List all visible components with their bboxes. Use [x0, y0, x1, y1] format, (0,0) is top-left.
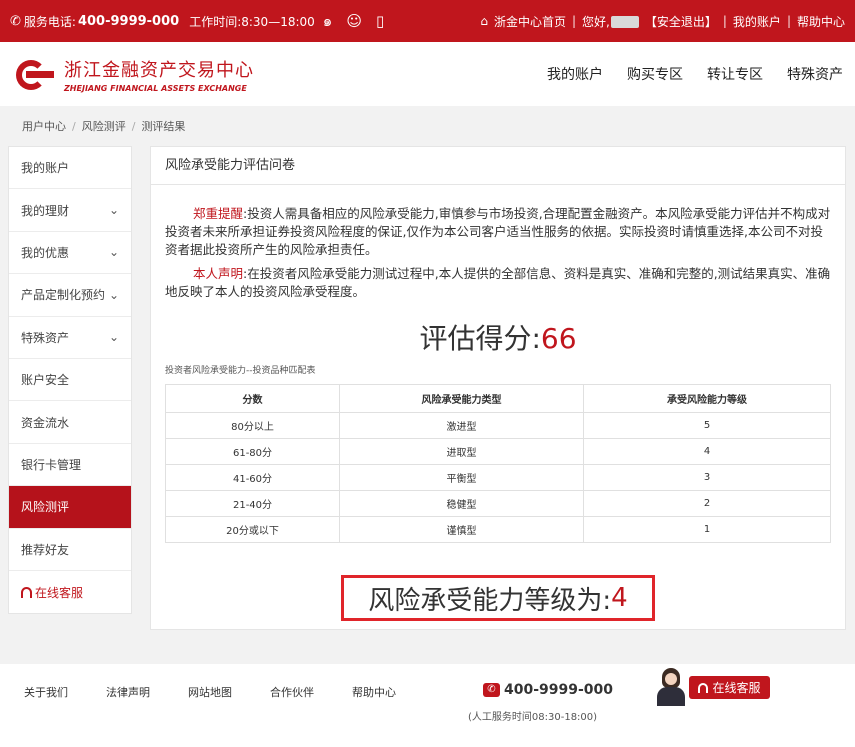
table-row: 21-40分 稳健型 2 — [165, 490, 831, 517]
table-row: 80分以上 激进型 5 — [165, 412, 831, 439]
footer-link-partners[interactable]: 合作伙伴 — [270, 684, 314, 700]
help-center-link[interactable]: 帮助中心 — [797, 13, 845, 30]
footer-links: 关于我们 法律声明 网站地图 合作伙伴 帮助中心 — [24, 684, 396, 700]
footer-phone: ✆ 400-9999-000 — [483, 682, 613, 698]
score-value: 66 — [540, 322, 577, 355]
sidebar-online-service[interactable]: 在线客服 — [9, 571, 131, 613]
nav-purchase[interactable]: 购买专区 — [627, 64, 683, 84]
table-header-row: 分数 风险承受能力类型 承受风险能力等级 — [165, 384, 831, 413]
breadcrumb-user-center[interactable]: 用户中心 — [22, 118, 66, 134]
notice-text: :投资人需具备相应的风险承受能力,审慎参与市场投资,合理配置金融资产。本风险承受… — [165, 206, 831, 257]
headset-icon — [698, 682, 709, 693]
weibo-icon[interactable]: ๑ — [323, 9, 333, 33]
nav-special-assets[interactable]: 特殊资产 — [787, 64, 843, 84]
site-header: 浙江金融资产交易中心 ZHEJIANG FINANCIAL ASSETS EXC… — [0, 42, 855, 106]
assessment-panel: 风险承受能力评估问卷 郑重提醒:投资人需具备相应的风险承受能力,审慎参与市场投资… — [150, 146, 846, 630]
my-account-link[interactable]: 我的账户 — [733, 13, 781, 30]
home-icon: ⌂ — [480, 14, 488, 28]
sidebar-item-refer-friends[interactable]: 推荐好友 — [9, 529, 131, 571]
footer-link-legal[interactable]: 法律声明 — [106, 684, 150, 700]
sidebar-item-bank-cards[interactable]: 银行卡管理 — [9, 444, 131, 487]
logo-cn: 浙江金融资产交易中心 — [64, 59, 254, 81]
sidebar-item-account-security[interactable]: 账户安全 — [9, 359, 131, 402]
phone-icon: ✆ — [483, 683, 500, 697]
statement-text: :在投资者风险承受能力测试过程中,本人提供的全部信息、资料是真实、准确和完整的,… — [165, 266, 831, 299]
sidebar: 我的账户 我的理财 ⌄ 我的优惠 ⌄ 产品定制化预约 ⌄ 特殊资产 ⌄ 账户安全 资金流… — [8, 146, 132, 615]
logo-icon[interactable] — [12, 57, 54, 91]
sidebar-item-risk-test[interactable]: 风险测评 — [9, 486, 131, 529]
logo-en: ZHEJIANG FINANCIAL ASSETS EXCHANGE — [64, 83, 247, 93]
chevron-down-icon: ⌄ — [108, 330, 119, 345]
sidebar-item-my-offers[interactable]: 我的优惠 ⌄ — [9, 232, 131, 275]
risk-level-value: 4 — [611, 583, 628, 613]
main-nav: 我的账户 购买专区 转让专区 特殊资产 — [547, 64, 843, 84]
sidebar-item-special-assets[interactable]: 特殊资产 ⌄ — [9, 317, 131, 359]
table-caption: 投资者风险承受能力--投资品种匹配表 — [165, 366, 316, 376]
home-link[interactable]: 浙金中心首页 — [494, 13, 566, 30]
footer-link-sitemap[interactable]: 网站地图 — [188, 684, 232, 700]
work-hours: 工作时间:8:30—18:00 — [189, 14, 315, 29]
chevron-down-icon: ⌄ — [108, 287, 119, 302]
table-row: 20分或以下 谨慎型 1 — [165, 516, 831, 543]
nav-my-account[interactable]: 我的账户 — [547, 64, 603, 84]
notice-label: 郑重提醒 — [193, 206, 244, 221]
chevron-down-icon: ⌄ — [108, 245, 119, 260]
breadcrumb-result: 测评结果 — [141, 120, 186, 133]
sidebar-item-my-account[interactable]: 我的账户 — [9, 147, 131, 190]
breadcrumb-risk-test[interactable]: 风险测评 — [82, 118, 126, 134]
site-footer: 关于我们 法律声明 网站地图 合作伙伴 帮助中心 ✆ 400-9999-000 (… — [0, 664, 855, 747]
social-links: ๑ ☺ ▯ — [323, 9, 384, 33]
column-header-score: 分数 — [165, 384, 340, 413]
top-bar: ✆ 服务电话: 400-9999-000 工作时间:8:30—18:00 ๑ ☺… — [0, 0, 855, 42]
panel-title: 风险承受能力评估问卷 — [151, 147, 845, 185]
service-agent-avatar — [655, 668, 687, 706]
sidebar-item-my-finance[interactable]: 我的理财 ⌄ — [9, 189, 131, 232]
column-header-level: 承受风险能力等级 — [583, 384, 831, 413]
risk-level-result: 风险承受能力等级为: 4 — [341, 575, 655, 621]
notice-paragraph: 郑重提醒:投资人需具备相应的风险承受能力,审慎参与市场投资,合理配置金融资产。本… — [151, 205, 845, 259]
footer-service-hours: (人工服务时间08:30-18:00) — [468, 712, 598, 723]
risk-level-label: 风险承受能力等级为: — [368, 585, 612, 616]
footer-link-help[interactable]: 帮助中心 — [352, 684, 396, 700]
risk-matching-table: 分数 风险承受能力类型 承受风险能力等级 80分以上 激进型 5 61-80分 进取型… — [165, 384, 831, 543]
table-row: 61-80分 进取型 4 — [165, 438, 831, 465]
wechat-icon[interactable]: ☺ — [346, 12, 362, 30]
logout-link[interactable]: 【安全退出】 — [645, 13, 717, 30]
top-links: ⌂ 浙金中心首页 | 您好, 【安全退出】 | 我的账户 | 帮助中心 — [480, 13, 845, 30]
statement-paragraph: 本人声明:在投资者风险承受能力测试过程中,本人提供的全部信息、资料是真实、准确和… — [151, 265, 845, 301]
headset-icon — [21, 586, 32, 598]
service-phone-label: 服务电话: — [23, 14, 76, 29]
sidebar-item-fund-flow[interactable]: 资金流水 — [9, 401, 131, 444]
greeting: 您好, — [582, 13, 639, 30]
phone-icon: ✆ — [10, 13, 21, 29]
username-blur — [610, 16, 639, 28]
footer-link-about[interactable]: 关于我们 — [24, 684, 68, 700]
breadcrumb: 用户中心 / 风险测评 / 测评结果 — [0, 106, 855, 146]
service-phone-number: 400-9999-000 — [77, 13, 180, 29]
statement-label: 本人声明 — [193, 266, 244, 281]
score-display: 评估得分:66 — [151, 321, 845, 357]
logo[interactable]: 浙江金融资产交易中心 ZHEJIANG FINANCIAL ASSETS EXC… — [64, 56, 254, 93]
nav-transfer[interactable]: 转让专区 — [707, 64, 763, 84]
score-label: 评估得分: — [419, 322, 541, 355]
table-row: 41-60分 平衡型 3 — [165, 464, 831, 491]
column-header-type: 风险承受能力类型 — [339, 384, 584, 413]
chevron-down-icon: ⌄ — [108, 203, 119, 218]
sidebar-item-custom-booking[interactable]: 产品定制化预约 ⌄ — [9, 274, 131, 317]
footer-online-service-button[interactable]: 在线客服 — [689, 676, 770, 699]
mobile-icon[interactable]: ▯ — [376, 12, 384, 30]
